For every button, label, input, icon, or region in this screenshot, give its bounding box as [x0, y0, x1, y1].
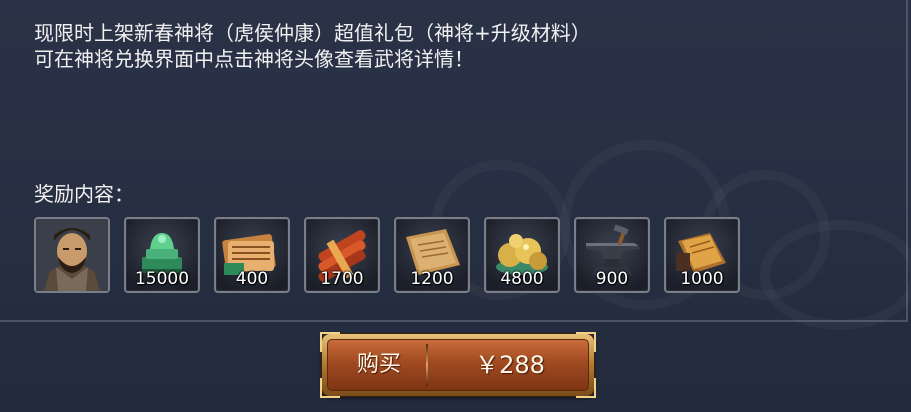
gift-description: 现限时上架新春神将（虎侯仲康）超值礼包（神将+升级材料） 可在神将兑换界面中点击…: [34, 20, 894, 72]
reward-quantity: 4800: [500, 269, 544, 289]
reward-item-manual-book[interactable]: 1000: [664, 217, 740, 293]
reward-quantity: 1700: [320, 269, 364, 289]
reward-item-scroll-bundle[interactable]: 400: [214, 217, 290, 293]
buy-label: 购买: [356, 352, 401, 377]
reward-quantity: 900: [595, 269, 629, 289]
reward-quantity: 400: [235, 269, 269, 289]
reward-item-parchment[interactable]: 1200: [394, 217, 470, 293]
reward-quantity: 1200: [410, 269, 454, 289]
reward-item-anvil[interactable]: 900: [574, 217, 650, 293]
button-separator: [426, 344, 428, 386]
reward-quantity: 15000: [134, 269, 190, 289]
cloud-decoration: [760, 220, 911, 330]
description-line-1: 现限时上架新春神将（虎侯仲康）超值礼包（神将+升级材料）: [34, 21, 591, 45]
reward-item-general[interactable]: [34, 217, 110, 293]
price-label: ￥288: [475, 351, 545, 379]
gift-pack-panel: 现限时上架新春神将（虎侯仲康）超值礼包（神将+升级材料） 可在神将兑换界面中点击…: [0, 0, 911, 412]
reward-quantity: 1000: [680, 269, 724, 289]
reward-item-red-scrolls[interactable]: 1700: [304, 217, 380, 293]
purchase-button[interactable]: 购买 ￥288: [320, 332, 596, 398]
reward-item-gold-ore[interactable]: 4800: [484, 217, 560, 293]
description-line-2: 可在神将兑换界面中点击神将头像查看武将详情！: [34, 47, 474, 71]
general-portrait-icon: [36, 219, 108, 291]
rewards-heading: 奖励内容：: [34, 182, 134, 206]
reward-item-jade-seal[interactable]: 15000: [124, 217, 200, 293]
